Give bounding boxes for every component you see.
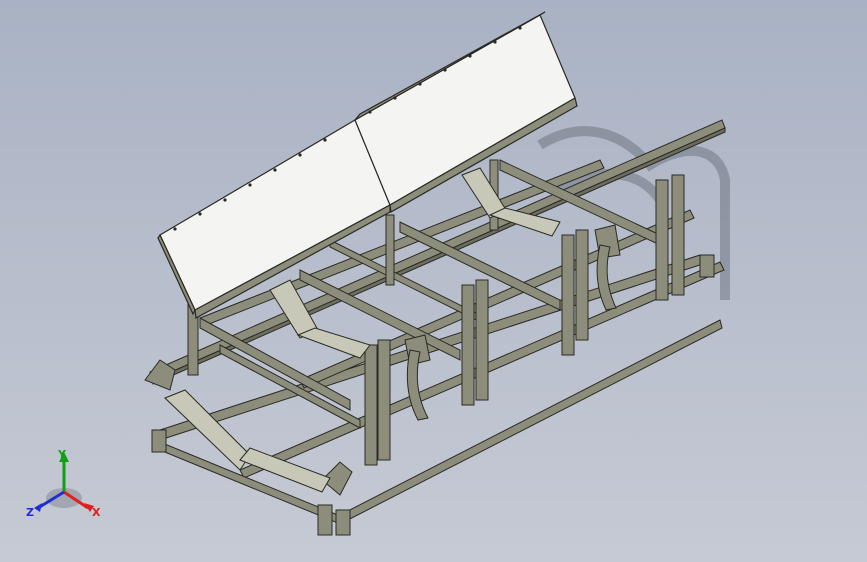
top-cover-panels [157,11,578,319]
y-axis-label: Y [57,448,67,461]
z-axis-arrow-icon [34,503,42,512]
z-axis-label: Z [26,506,34,519]
graphics-viewport[interactable]: Y X Z [0,0,867,562]
x-axis-label: X [92,506,101,519]
orientation-triad[interactable]: Y X Z [22,448,106,524]
conveyor-idler-frame-model[interactable] [0,0,867,562]
